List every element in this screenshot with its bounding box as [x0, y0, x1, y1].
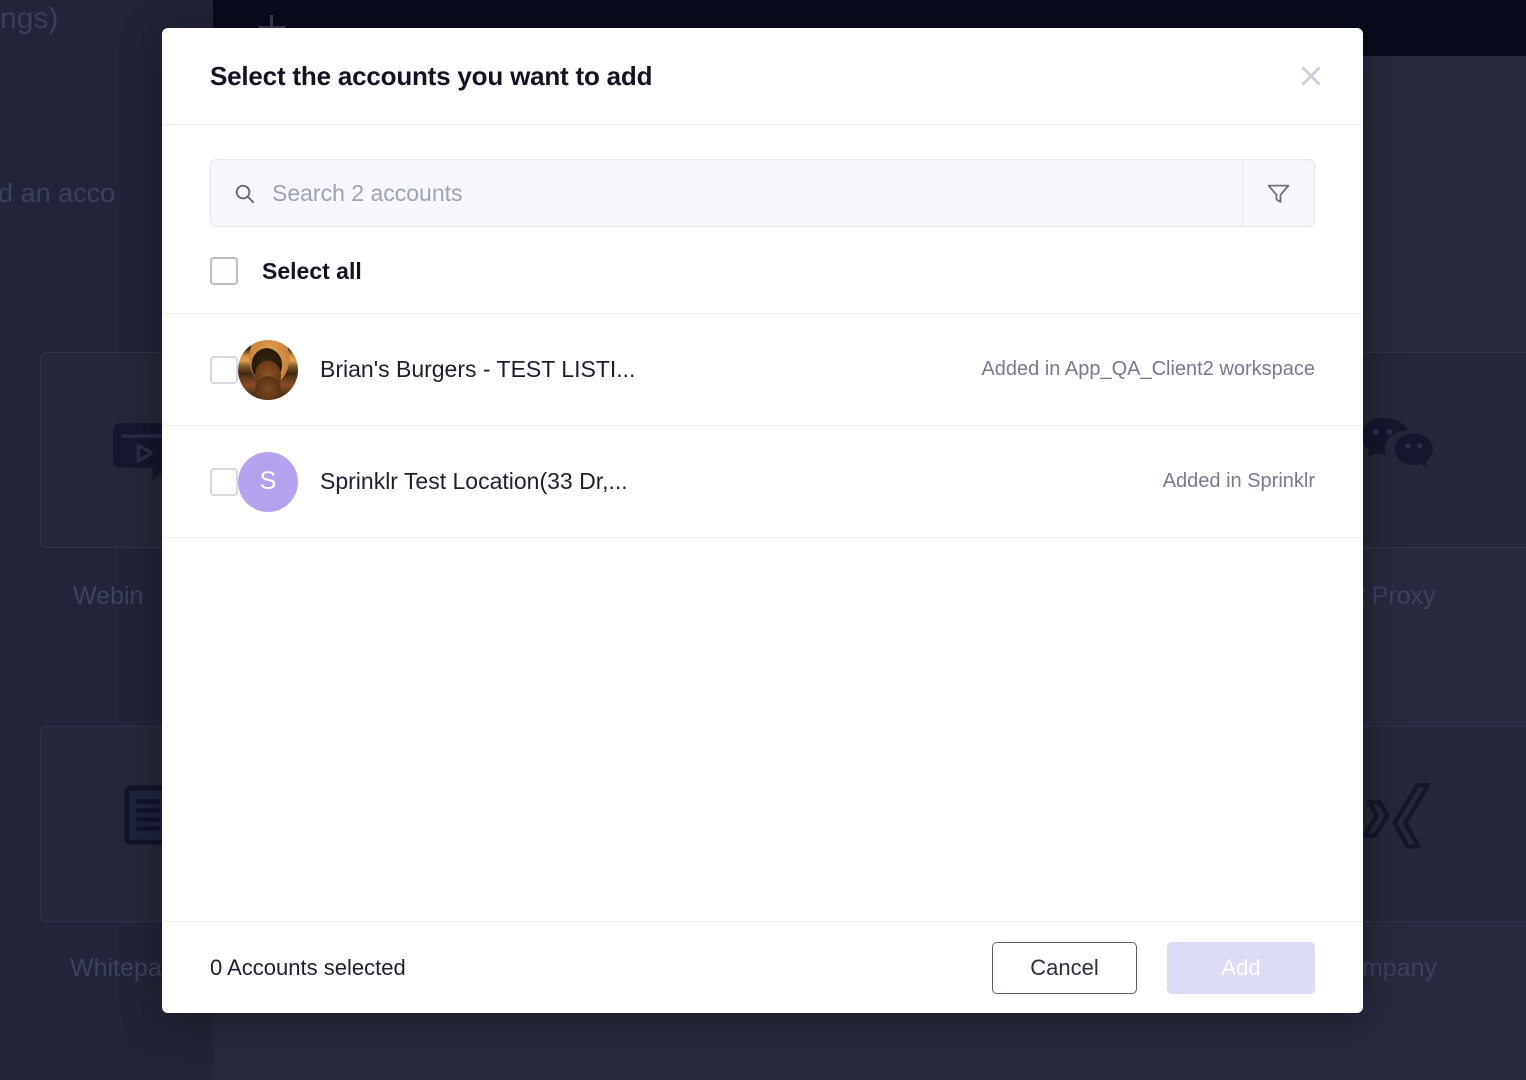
selection-count: 0 Accounts selected	[210, 954, 406, 980]
account-source-label: Added in Sprinklr	[1162, 470, 1315, 492]
account-checkbox[interactable]	[210, 467, 238, 496]
select-all-label: Select all	[262, 257, 362, 284]
account-info: S Sprinklr Test Location(33 Dr,...	[238, 451, 1139, 512]
close-icon	[1302, 67, 1320, 85]
avatar: S	[238, 451, 298, 512]
account-checkbox[interactable]	[210, 355, 238, 384]
list-item[interactable]: S Sprinklr Test Location(33 Dr,... Added…	[162, 426, 1363, 538]
background-card-label-webinar: Webin	[73, 582, 144, 610]
xing-icon	[1362, 783, 1431, 849]
search-icon	[235, 184, 255, 203]
modal-footer: 0 Accounts selected Cancel Add	[162, 921, 1363, 1013]
account-name: Brian's Burgers - TEST LISTI...	[320, 356, 636, 382]
page-title: Select the accounts you want to add	[210, 60, 653, 91]
account-info: Brian's Burgers - TEST LISTI...	[238, 339, 957, 400]
account-source-label: Added in App_QA_Client2 workspace	[981, 358, 1315, 380]
background-heading: ettings)	[0, 2, 59, 35]
select-all-row[interactable]: Select all	[162, 227, 1363, 314]
wechat-icon	[1361, 418, 1433, 468]
list-item[interactable]: Brian's Burgers - TEST LISTI... Added in…	[162, 314, 1363, 426]
background-subtext: to add an acco	[0, 178, 116, 208]
avatar	[238, 339, 298, 400]
filter-button[interactable]	[1242, 160, 1314, 226]
background-card-label-whitepaper: Whitepa	[70, 954, 162, 982]
close-button[interactable]	[1291, 56, 1331, 96]
search-zone	[162, 125, 1363, 227]
add-button[interactable]: Add	[1167, 941, 1315, 994]
select-accounts-modal: Select the accounts you want to add Sear…	[162, 28, 1363, 1013]
search-input[interactable]	[272, 179, 1220, 207]
account-name: Sprinklr Test Location(33 Dr,...	[320, 468, 628, 494]
footer-actions: Cancel Add	[992, 941, 1315, 994]
search-field[interactable]	[211, 160, 1242, 226]
search-bar	[210, 159, 1315, 227]
filter-funnel-icon	[1267, 184, 1290, 203]
modal-header: Select the accounts you want to add	[162, 28, 1363, 125]
select-all-checkbox[interactable]	[210, 257, 238, 285]
accounts-list: Brian's Burgers - TEST LISTI... Added in…	[162, 314, 1363, 921]
cancel-button[interactable]: Cancel	[992, 941, 1137, 994]
